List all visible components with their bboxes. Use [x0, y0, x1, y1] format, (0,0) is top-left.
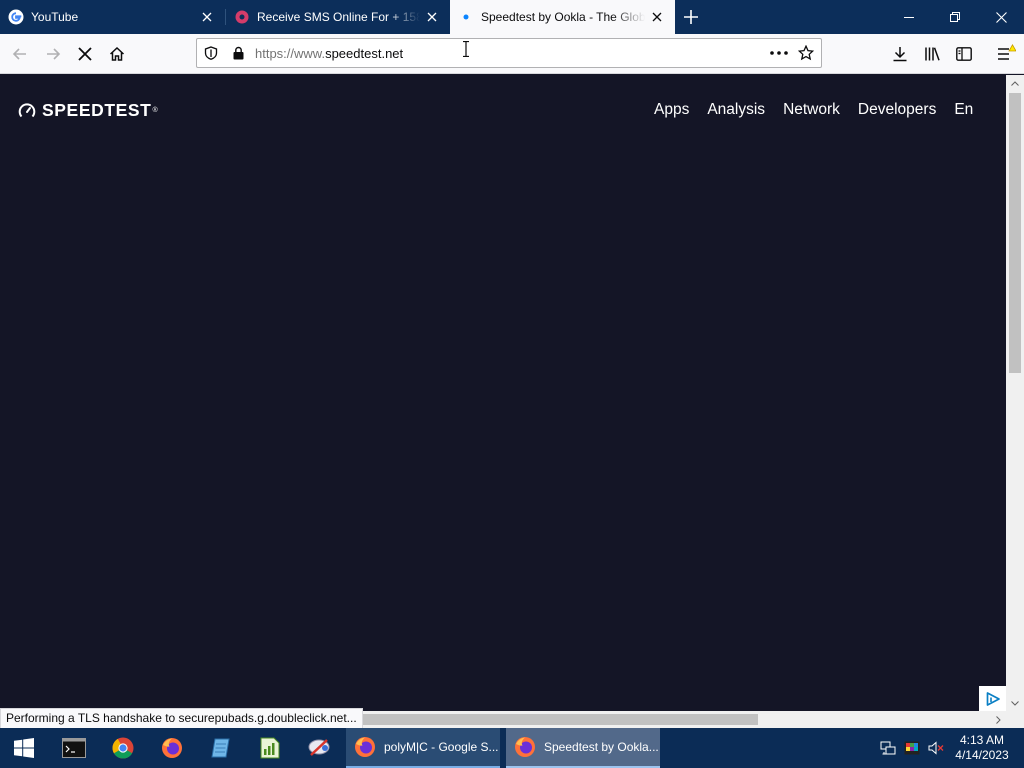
text-cursor-icon — [462, 40, 470, 58]
page-actions-icon[interactable] — [769, 45, 789, 61]
status-panel: Performing a TLS handshake to securepuba… — [0, 708, 363, 729]
navigation-toolbar: https://www.speedtest.net — [0, 34, 1024, 74]
web-page-content: SPEEDTEST ® Apps Analysis Network Develop… — [0, 75, 1006, 711]
sidebar-button[interactable] — [949, 39, 979, 69]
adchoices-icon[interactable] — [979, 686, 1006, 711]
menu-button[interactable] — [991, 39, 1021, 69]
lock-icon[interactable] — [230, 45, 246, 61]
nav-link-developers[interactable]: Developers — [858, 101, 936, 119]
tools-taskbar-icon[interactable] — [296, 728, 344, 768]
tab-receive-sms[interactable]: Receive SMS Online For + 1585 — [226, 0, 450, 34]
close-window-button[interactable] — [978, 0, 1024, 34]
clock-time: 4:13 AM — [959, 733, 1005, 747]
close-tab-icon[interactable] — [645, 5, 669, 29]
tab-speedtest[interactable]: Speedtest by Ookla - The Global — [450, 0, 675, 34]
terminal-taskbar-icon[interactable] — [50, 728, 98, 768]
url-text: https://www.speedtest.net — [255, 46, 404, 61]
horizontal-scroll-thumb[interactable] — [350, 714, 758, 725]
nav-link-apps[interactable]: Apps — [654, 101, 689, 119]
speedtest-logo[interactable]: SPEEDTEST ® — [18, 100, 158, 121]
start-button[interactable] — [0, 728, 48, 768]
tab-title: Speedtest by Ookla - The Global — [481, 10, 645, 24]
downloads-button[interactable] — [885, 39, 915, 69]
system-clock[interactable]: 4:13 AM 4/14/2023 — [950, 733, 1014, 763]
notepad-taskbar-icon[interactable] — [197, 728, 245, 768]
taskbar-app-title: Speedtest by Ookla... — [544, 740, 659, 754]
vertical-scrollbar[interactable] — [1006, 75, 1024, 711]
taskbar-app-title: polyM|C - Google S... — [384, 740, 499, 754]
bookmark-star-icon[interactable] — [798, 45, 814, 61]
new-tab-button[interactable] — [678, 4, 704, 30]
chrome-taskbar-icon[interactable] — [99, 728, 147, 768]
nav-link-analysis[interactable]: Analysis — [707, 101, 765, 119]
nav-link-enterprise[interactable]: En — [954, 101, 973, 119]
tab-youtube[interactable]: YouTube — [0, 0, 225, 34]
taskbar-app-google-sheets[interactable]: polyM|C - Google S... — [346, 728, 500, 768]
google-icon — [8, 9, 24, 25]
tab-title: YouTube — [31, 10, 79, 24]
display-tray-icon[interactable] — [902, 728, 922, 768]
tab-title: Receive SMS Online For + 1585 — [257, 10, 420, 24]
clock-date: 4/14/2023 — [955, 748, 1009, 762]
close-tab-icon[interactable] — [420, 5, 444, 29]
tracking-shield-icon[interactable] — [203, 45, 219, 61]
windows-taskbar: polyM|C - Google S... Speedtest by Ookla… — [0, 728, 1024, 768]
spreadsheet-taskbar-icon[interactable] — [246, 728, 294, 768]
minimize-button[interactable] — [886, 0, 932, 34]
windows-logo-icon — [14, 738, 34, 758]
home-button[interactable] — [102, 39, 132, 69]
speedometer-icon — [18, 102, 36, 120]
loading-dot-icon — [458, 9, 474, 25]
volume-muted-icon[interactable] — [926, 728, 946, 768]
scroll-right-icon[interactable] — [990, 711, 1006, 728]
vertical-scroll-thumb[interactable] — [1009, 93, 1021, 373]
scroll-down-icon[interactable] — [1006, 695, 1024, 711]
firefox-icon — [515, 737, 535, 757]
firefox-icon — [355, 737, 375, 757]
firefox-taskbar-icon[interactable] — [148, 728, 196, 768]
address-bar[interactable]: https://www.speedtest.net — [196, 38, 822, 68]
stop-loading-button[interactable] — [70, 39, 100, 69]
back-button[interactable] — [5, 39, 35, 69]
trademark-symbol: ® — [152, 107, 159, 114]
network-tray-icon[interactable] — [878, 728, 898, 768]
sms-icon — [234, 9, 250, 25]
forward-button[interactable] — [38, 39, 68, 69]
nav-link-network[interactable]: Network — [783, 101, 840, 119]
tab-strip: YouTube Receive SMS Online For + 1585 Sp… — [0, 0, 1024, 34]
taskbar-app-speedtest[interactable]: Speedtest by Ookla... — [506, 728, 660, 768]
close-tab-icon[interactable] — [195, 5, 219, 29]
logo-text: SPEEDTEST — [42, 100, 152, 120]
restore-button[interactable] — [932, 0, 978, 34]
scroll-up-icon[interactable] — [1006, 75, 1024, 91]
library-button[interactable] — [917, 39, 947, 69]
site-navigation: Apps Analysis Network Developers En — [654, 101, 991, 119]
